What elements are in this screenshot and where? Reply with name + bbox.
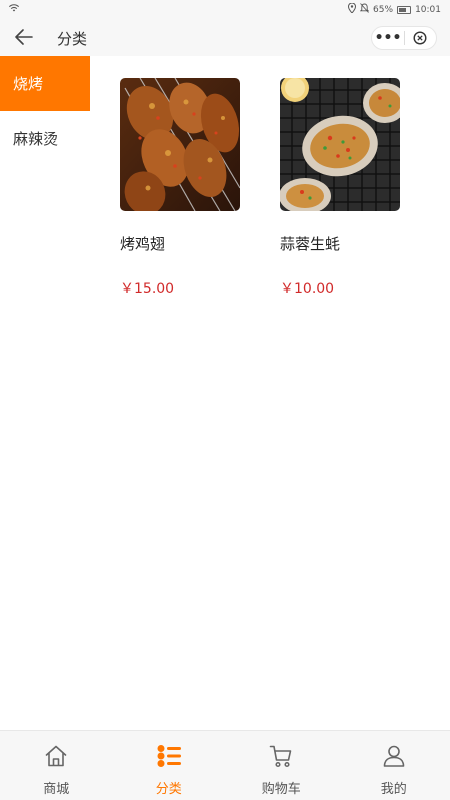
product-name: 蒜蓉生蚝 bbox=[280, 235, 341, 253]
tab-mine[interactable]: 我的 bbox=[338, 731, 450, 800]
bottom-tab-bar: 商城 分类 购物车 我的 bbox=[0, 730, 450, 800]
product-name: 烤鸡翅 bbox=[120, 235, 166, 253]
product-image-garlic-oysters[interactable] bbox=[280, 78, 400, 211]
title-bar: 分类 ••• bbox=[0, 18, 450, 56]
sidebar-item-malatang[interactable]: 麻辣烫 bbox=[0, 111, 90, 166]
page-title: 分类 bbox=[57, 30, 88, 48]
battery-icon bbox=[397, 5, 412, 14]
back-arrow-icon bbox=[15, 29, 33, 45]
product-card[interactable]: 烤鸡翅 ￥15.00 bbox=[120, 78, 240, 298]
product-image-chicken-wings[interactable] bbox=[120, 78, 240, 211]
status-bar: 65% 10:01 bbox=[0, 0, 450, 18]
mute-bell-icon bbox=[359, 3, 370, 16]
more-button[interactable]: ••• bbox=[372, 29, 404, 47]
category-sidebar: 烧烤 麻辣烫 bbox=[0, 56, 90, 166]
sidebar-item-bbq[interactable]: 烧烤 bbox=[0, 56, 90, 111]
product-price: ￥15.00 bbox=[120, 281, 175, 297]
close-circle-icon bbox=[413, 31, 427, 45]
location-icon bbox=[348, 2, 357, 16]
product-price: ￥10.00 bbox=[280, 281, 335, 297]
product-card[interactable]: 蒜蓉生蚝 ￥10.00 bbox=[280, 78, 400, 298]
close-button[interactable] bbox=[405, 31, 436, 45]
tab-mall[interactable]: 商城 bbox=[0, 731, 113, 800]
tab-label: 商城 bbox=[43, 782, 70, 797]
category-icon bbox=[155, 742, 183, 770]
tab-cart[interactable]: 购物车 bbox=[225, 731, 338, 800]
home-icon bbox=[42, 742, 70, 770]
sidebar-item-label: 烧烤 bbox=[13, 75, 44, 93]
tab-label: 我的 bbox=[380, 782, 407, 797]
tab-category[interactable]: 分类 bbox=[113, 731, 226, 800]
battery-percent: 65% bbox=[373, 4, 394, 15]
tab-label: 分类 bbox=[155, 782, 182, 797]
status-time: 10:01 bbox=[415, 4, 441, 15]
sidebar-item-label: 麻辣烫 bbox=[13, 130, 59, 148]
user-icon bbox=[380, 742, 408, 770]
mini-program-capsule: ••• bbox=[371, 26, 437, 50]
cart-icon bbox=[267, 742, 295, 770]
wifi-icon bbox=[9, 3, 19, 15]
tab-label: 购物车 bbox=[261, 782, 301, 797]
back-button[interactable] bbox=[10, 23, 38, 51]
